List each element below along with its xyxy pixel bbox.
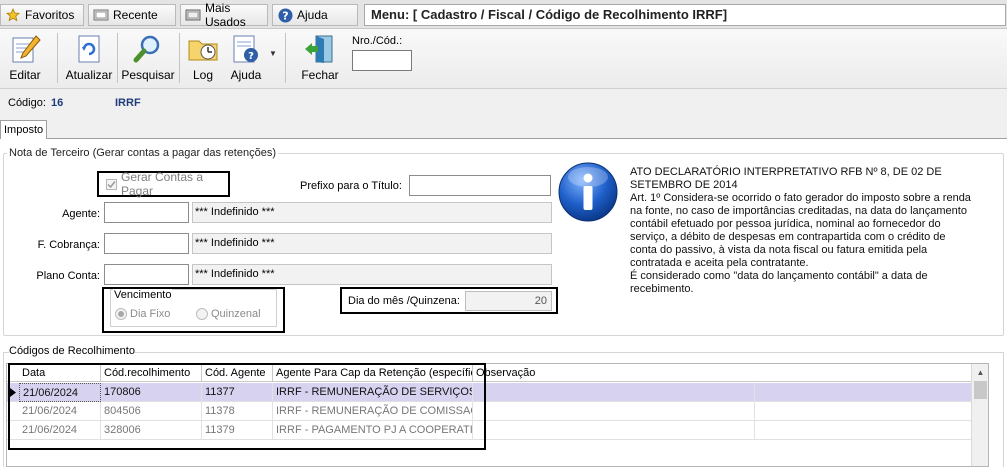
tab-recente[interactable]: Recente — [88, 4, 176, 26]
record-name: IRRF — [115, 97, 141, 109]
cell-observacao — [473, 421, 755, 440]
agente-label: Agente: — [62, 208, 100, 220]
search-icon — [133, 35, 160, 63]
vencimento-group: Vencimento Dia Fixo Quinzenal — [102, 287, 285, 333]
log-button-label: Log — [192, 68, 214, 82]
dia-mes-label: Dia do mês /Quinzena: — [348, 295, 460, 307]
cobranca-code-input[interactable] — [104, 233, 189, 254]
gerar-contas-label: Gerar Contas a Pagar — [121, 170, 204, 198]
cell-observacao — [473, 383, 755, 402]
refresh-button-label: Atualizar — [65, 68, 113, 82]
refresh-icon — [78, 35, 100, 63]
plano-conta-description: *** Indefinido *** — [192, 264, 552, 285]
toolbar: Editar Atualizar Pesquisar Log ? Ajuda ▼… — [0, 29, 1007, 89]
dia-fixo-radio[interactable]: Dia Fixo — [115, 308, 170, 320]
codigo-label: Código: — [8, 97, 46, 109]
toolbar-separator — [179, 33, 180, 83]
recent-icon — [93, 7, 109, 23]
tab-favoritos[interactable]: Favoritos — [0, 4, 84, 26]
tab-recente-label: Recente — [113, 8, 158, 22]
close-button[interactable]: Fechar — [300, 32, 340, 86]
nota-terceiro-title: Nota de Terceiro (Gerar contas a pagar d… — [7, 147, 278, 159]
info-line-article: Art. 1º Considera-se ocorrido o fato ger… — [630, 192, 971, 269]
chevron-down-icon: ▼ — [269, 49, 277, 58]
tab-mais-usados-label: Mais Usados — [205, 1, 246, 29]
cobranca-description: *** Indefinido *** — [192, 233, 552, 254]
tab-strip: Imposto — [0, 118, 1007, 140]
dia-fixo-label: Dia Fixo — [130, 308, 171, 320]
plano-conta-code-input[interactable] — [104, 264, 189, 285]
col-header-observacao[interactable]: Observação — [473, 364, 973, 382]
quinzenal-label: Quinzenal — [211, 308, 261, 320]
star-icon — [5, 7, 21, 23]
plano-conta-label: Plano Conta: — [36, 270, 100, 282]
scroll-up-icon[interactable]: ▲ — [972, 364, 989, 381]
prefixo-label: Prefixo para o Título: — [300, 180, 402, 192]
info-text: ATO DECLARATÓRIO INTERPRETATIVO RFB Nº 8… — [630, 166, 975, 296]
most-used-icon — [185, 7, 201, 23]
record-header: Código: 16 IRRF — [0, 89, 1007, 118]
log-button[interactable]: Log — [186, 32, 220, 86]
gerar-contas-checkbox[interactable]: Gerar Contas a Pagar — [97, 170, 230, 198]
search-button-label: Pesquisar — [121, 68, 175, 82]
toolbar-separator — [117, 33, 118, 83]
nro-cod-label: Nro./Cód.: — [352, 35, 403, 47]
help-button-label: Ajuda — [230, 68, 262, 82]
top-bar: Favoritos Recente Mais Usados ? Ajuda Me… — [0, 0, 1007, 29]
radio-selected-icon — [115, 308, 127, 320]
info-line-note: É considerado como "data do lançamento c… — [630, 270, 928, 295]
help-dropdown-button[interactable]: ▼ — [266, 49, 280, 63]
edit-button-label: Editar — [9, 68, 41, 82]
tab-imposto[interactable]: Imposto — [0, 120, 47, 140]
search-button[interactable]: Pesquisar — [121, 32, 175, 86]
svg-text:?: ? — [282, 9, 288, 22]
dia-mes-input[interactable]: 20 — [465, 291, 552, 311]
cell-observacao — [473, 402, 755, 421]
toolbar-separator — [285, 33, 286, 83]
edit-button[interactable]: Editar — [4, 32, 46, 86]
agente-code-input[interactable] — [104, 202, 189, 223]
grid-vertical-scrollbar[interactable]: ▲ — [971, 364, 988, 466]
help-doc-icon: ? — [233, 35, 258, 63]
tab-ajuda-label: Ajuda — [297, 8, 328, 22]
refresh-button[interactable]: Atualizar — [66, 32, 112, 86]
quinzenal-radio[interactable]: Quinzenal — [196, 308, 261, 320]
cobranca-label: F. Cobrança: — [37, 239, 100, 251]
help-button[interactable]: ? Ajuda — [228, 32, 264, 86]
codigo-value: 16 — [51, 97, 64, 109]
log-folder-icon — [188, 40, 218, 61]
scroll-thumb[interactable] — [974, 381, 987, 399]
svg-text:?: ? — [248, 51, 254, 62]
info-icon — [558, 162, 618, 222]
dia-mes-group: Dia do mês /Quinzena: 20 — [340, 287, 558, 314]
help-icon: ? — [277, 7, 293, 23]
toolbar-separator — [57, 33, 58, 83]
codigos-title: Códigos de Recolhimento — [9, 345, 135, 357]
tab-favoritos-label: Favoritos — [25, 8, 75, 22]
nro-cod-input[interactable] — [352, 50, 412, 71]
vencimento-title: Vencimento — [113, 289, 173, 301]
checkbox-checked-icon — [106, 178, 117, 190]
menu-title: Menu: [ Cadastro / Fiscal / Código de Re… — [364, 4, 1006, 26]
info-line-title: ATO DECLARATÓRIO INTERPRETATIVO RFB Nº 8… — [630, 166, 942, 191]
grid-highlight-box — [8, 363, 486, 450]
tab-mais-usados[interactable]: Mais Usados — [180, 1, 268, 29]
prefixo-input[interactable] — [409, 175, 551, 196]
exit-door-icon — [305, 35, 333, 63]
radio-empty-icon — [196, 308, 208, 320]
agente-description: *** Indefinido *** — [192, 202, 552, 223]
edit-icon — [12, 35, 41, 63]
tab-ajuda[interactable]: ? Ajuda — [272, 4, 358, 26]
close-button-label: Fechar — [301, 68, 339, 82]
